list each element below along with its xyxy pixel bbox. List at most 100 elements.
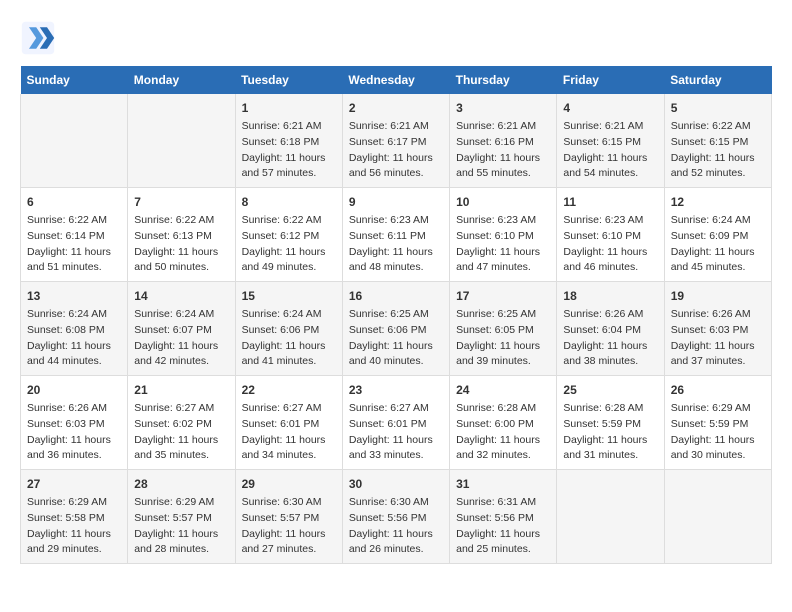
week-row-5: 27 Sunrise: 6:29 AM Sunset: 5:58 PM Dayli… xyxy=(21,470,772,564)
day-cell: 4Sunrise: 6:21 AM Sunset: 6:15 PM Daylig… xyxy=(557,94,664,188)
day-info: Sunrise: 6:31 AM Sunset: 5:56 PM Dayligh… xyxy=(456,495,550,558)
day-number: 22 xyxy=(242,381,336,399)
day-info: Sunrise: 6:29 AM Sunset: 5:59 PM Dayligh… xyxy=(671,401,765,464)
day-info: Sunrise: 6:27 AM Sunset: 6:02 PM Dayligh… xyxy=(134,401,228,464)
day-number: 24 xyxy=(456,381,550,399)
calendar-header: SundayMondayTuesdayWednesdayThursdayFrid… xyxy=(21,66,772,94)
day-number: 27 xyxy=(27,475,121,493)
day-number: 23 xyxy=(349,381,443,399)
day-cell: 1Sunrise: 6:21 AM Sunset: 6:18 PM Daylig… xyxy=(235,94,342,188)
day-cell: 19 Sunrise: 6:26 AM Sunset: 6:03 PM Dayli… xyxy=(664,282,771,376)
day-number: 8 xyxy=(242,193,336,211)
day-cell: 15Sunrise: 6:24 AM Sunset: 6:06 PM Dayli… xyxy=(235,282,342,376)
week-row-1: 1Sunrise: 6:21 AM Sunset: 6:18 PM Daylig… xyxy=(21,94,772,188)
day-info: Sunrise: 6:28 AM Sunset: 5:59 PM Dayligh… xyxy=(563,401,657,464)
day-info: Sunrise: 6:25 AM Sunset: 6:05 PM Dayligh… xyxy=(456,307,550,370)
day-cell: 5 Sunrise: 6:22 AM Sunset: 6:15 PM Daylig… xyxy=(664,94,771,188)
day-cell: 23 Sunrise: 6:27 AM Sunset: 6:01 PM Dayli… xyxy=(342,376,449,470)
logo-icon xyxy=(20,20,56,56)
col-header-wednesday: Wednesday xyxy=(342,66,449,94)
day-cell xyxy=(557,470,664,564)
week-row-3: 13 Sunrise: 6:24 AM Sunset: 6:08 PM Dayli… xyxy=(21,282,772,376)
day-number: 16 xyxy=(349,287,443,305)
day-info: Sunrise: 6:23 AM Sunset: 6:10 PM Dayligh… xyxy=(456,213,550,276)
day-cell: 14Sunrise: 6:24 AM Sunset: 6:07 PM Dayli… xyxy=(128,282,235,376)
day-cell: 7 Sunrise: 6:22 AM Sunset: 6:13 PM Daylig… xyxy=(128,188,235,282)
day-number: 10 xyxy=(456,193,550,211)
day-info: Sunrise: 6:21 AM Sunset: 6:17 PM Dayligh… xyxy=(349,119,443,182)
day-cell: 27 Sunrise: 6:29 AM Sunset: 5:58 PM Dayli… xyxy=(21,470,128,564)
col-header-thursday: Thursday xyxy=(450,66,557,94)
day-info: Sunrise: 6:26 AM Sunset: 6:04 PM Dayligh… xyxy=(563,307,657,370)
day-number: 25 xyxy=(563,381,657,399)
calendar-body: 1Sunrise: 6:21 AM Sunset: 6:18 PM Daylig… xyxy=(21,94,772,564)
day-cell: 18 Sunrise: 6:26 AM Sunset: 6:04 PM Dayli… xyxy=(557,282,664,376)
day-cell: 11 Sunrise: 6:23 AM Sunset: 6:10 PM Dayli… xyxy=(557,188,664,282)
day-cell: 17Sunrise: 6:25 AM Sunset: 6:05 PM Dayli… xyxy=(450,282,557,376)
col-header-sunday: Sunday xyxy=(21,66,128,94)
day-info: Sunrise: 6:22 AM Sunset: 6:12 PM Dayligh… xyxy=(242,213,336,276)
day-cell: 26 Sunrise: 6:29 AM Sunset: 5:59 PM Dayli… xyxy=(664,376,771,470)
day-info: Sunrise: 6:24 AM Sunset: 6:08 PM Dayligh… xyxy=(27,307,121,370)
day-cell: 8 Sunrise: 6:22 AM Sunset: 6:12 PM Daylig… xyxy=(235,188,342,282)
day-info: Sunrise: 6:29 AM Sunset: 5:57 PM Dayligh… xyxy=(134,495,228,558)
day-info: Sunrise: 6:26 AM Sunset: 6:03 PM Dayligh… xyxy=(27,401,121,464)
day-cell xyxy=(21,94,128,188)
day-info: Sunrise: 6:23 AM Sunset: 6:11 PM Dayligh… xyxy=(349,213,443,276)
page-header xyxy=(20,20,772,56)
day-info: Sunrise: 6:22 AM Sunset: 6:13 PM Dayligh… xyxy=(134,213,228,276)
day-info: Sunrise: 6:30 AM Sunset: 5:57 PM Dayligh… xyxy=(242,495,336,558)
logo xyxy=(20,20,60,56)
day-cell: 28 Sunrise: 6:29 AM Sunset: 5:57 PM Dayli… xyxy=(128,470,235,564)
day-number: 12 xyxy=(671,193,765,211)
day-number: 2 xyxy=(349,99,443,117)
day-cell: 3Sunrise: 6:21 AM Sunset: 6:16 PM Daylig… xyxy=(450,94,557,188)
day-number: 7 xyxy=(134,193,228,211)
day-number: 5 xyxy=(671,99,765,117)
header-row: SundayMondayTuesdayWednesdayThursdayFrid… xyxy=(21,66,772,94)
day-info: Sunrise: 6:29 AM Sunset: 5:58 PM Dayligh… xyxy=(27,495,121,558)
day-cell: 22 Sunrise: 6:27 AM Sunset: 6:01 PM Dayli… xyxy=(235,376,342,470)
day-number: 6 xyxy=(27,193,121,211)
day-number: 14 xyxy=(134,287,228,305)
week-row-2: 6 Sunrise: 6:22 AM Sunset: 6:14 PM Daylig… xyxy=(21,188,772,282)
day-cell: 20Sunrise: 6:26 AM Sunset: 6:03 PM Dayli… xyxy=(21,376,128,470)
day-cell: 25 Sunrise: 6:28 AM Sunset: 5:59 PM Dayli… xyxy=(557,376,664,470)
col-header-friday: Friday xyxy=(557,66,664,94)
day-number: 28 xyxy=(134,475,228,493)
day-info: Sunrise: 6:22 AM Sunset: 6:15 PM Dayligh… xyxy=(671,119,765,182)
day-cell xyxy=(664,470,771,564)
day-cell: 12 Sunrise: 6:24 AM Sunset: 6:09 PM Dayli… xyxy=(664,188,771,282)
day-info: Sunrise: 6:27 AM Sunset: 6:01 PM Dayligh… xyxy=(349,401,443,464)
day-info: Sunrise: 6:27 AM Sunset: 6:01 PM Dayligh… xyxy=(242,401,336,464)
day-info: Sunrise: 6:24 AM Sunset: 6:06 PM Dayligh… xyxy=(242,307,336,370)
col-header-monday: Monday xyxy=(128,66,235,94)
day-cell: 9 Sunrise: 6:23 AM Sunset: 6:11 PM Daylig… xyxy=(342,188,449,282)
day-cell: 24 Sunrise: 6:28 AM Sunset: 6:00 PM Dayli… xyxy=(450,376,557,470)
week-row-4: 20Sunrise: 6:26 AM Sunset: 6:03 PM Dayli… xyxy=(21,376,772,470)
day-number: 11 xyxy=(563,193,657,211)
day-info: Sunrise: 6:25 AM Sunset: 6:06 PM Dayligh… xyxy=(349,307,443,370)
day-cell: 16 Sunrise: 6:25 AM Sunset: 6:06 PM Dayli… xyxy=(342,282,449,376)
day-cell: 6 Sunrise: 6:22 AM Sunset: 6:14 PM Daylig… xyxy=(21,188,128,282)
day-number: 30 xyxy=(349,475,443,493)
day-info: Sunrise: 6:26 AM Sunset: 6:03 PM Dayligh… xyxy=(671,307,765,370)
day-cell xyxy=(128,94,235,188)
col-header-tuesday: Tuesday xyxy=(235,66,342,94)
day-info: Sunrise: 6:22 AM Sunset: 6:14 PM Dayligh… xyxy=(27,213,121,276)
day-cell: 31Sunrise: 6:31 AM Sunset: 5:56 PM Dayli… xyxy=(450,470,557,564)
day-number: 29 xyxy=(242,475,336,493)
day-number: 26 xyxy=(671,381,765,399)
day-cell: 13 Sunrise: 6:24 AM Sunset: 6:08 PM Dayli… xyxy=(21,282,128,376)
day-number: 19 xyxy=(671,287,765,305)
day-info: Sunrise: 6:23 AM Sunset: 6:10 PM Dayligh… xyxy=(563,213,657,276)
day-info: Sunrise: 6:28 AM Sunset: 6:00 PM Dayligh… xyxy=(456,401,550,464)
day-info: Sunrise: 6:24 AM Sunset: 6:09 PM Dayligh… xyxy=(671,213,765,276)
day-number: 18 xyxy=(563,287,657,305)
day-info: Sunrise: 6:21 AM Sunset: 6:18 PM Dayligh… xyxy=(242,119,336,182)
day-number: 9 xyxy=(349,193,443,211)
day-cell: 10 Sunrise: 6:23 AM Sunset: 6:10 PM Dayli… xyxy=(450,188,557,282)
day-number: 13 xyxy=(27,287,121,305)
day-info: Sunrise: 6:21 AM Sunset: 6:16 PM Dayligh… xyxy=(456,119,550,182)
col-header-saturday: Saturday xyxy=(664,66,771,94)
